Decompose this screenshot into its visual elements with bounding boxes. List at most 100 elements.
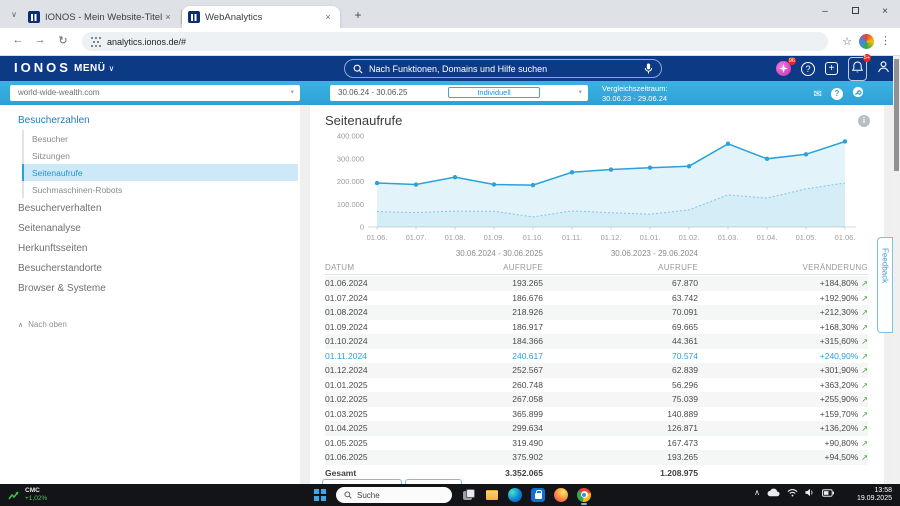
sidebar-item-seitenaufrufe[interactable]: Seitenaufrufe [22, 164, 298, 181]
sidebar-section-herkunftsseiten[interactable]: Herkunftsseiten [0, 238, 300, 258]
sidebar-section-seitenanalyse[interactable]: Seitenanalyse [0, 218, 300, 238]
date-range-select[interactable]: 30.06.24 - 30.06.25 Individuell ▾ [330, 85, 588, 101]
sidebar-section-besucherverhalten[interactable]: Besucherverhalten [0, 198, 300, 218]
firefox-icon[interactable] [554, 488, 568, 502]
svg-text:01.03.: 01.03. [718, 233, 739, 242]
table-row[interactable]: 01.02.2025267.05875.039+255,90%↗ [325, 392, 868, 407]
start-button[interactable] [314, 489, 326, 501]
svg-text:01.05.: 01.05. [796, 233, 817, 242]
ionos-logo[interactable]: IONOS [14, 60, 71, 75]
table-row[interactable]: 01.05.2025319.490167.473+90,80%↗ [325, 436, 868, 451]
data-point[interactable] [414, 182, 418, 186]
battery-icon[interactable] [822, 489, 834, 497]
sidebar-section-besucherstandorte[interactable]: Besucherstandorte [0, 258, 300, 278]
window-minimize-button[interactable]: – [810, 0, 840, 26]
onedrive-cloud-icon[interactable] [767, 488, 780, 497]
account-icon[interactable] [877, 60, 890, 78]
data-point[interactable] [648, 165, 652, 169]
sidebar-item-sitzungen[interactable]: Sitzungen [22, 147, 298, 164]
table-row[interactable]: 01.09.2024186.91769.665+168,30%↗ [325, 320, 868, 335]
address-bar[interactable]: analytics.ionos.de/# [82, 32, 828, 51]
mail-icon[interactable]: ✉ [814, 88, 822, 101]
sidebar-section-browser-systeme[interactable]: Browser & Systeme [0, 278, 300, 298]
site-info-icon[interactable] [91, 37, 101, 47]
bookmark-star-icon[interactable]: ☆ [842, 35, 852, 48]
back-to-top-link[interactable]: ∧Nach oben [0, 314, 300, 335]
microsoft-store-icon[interactable] [531, 488, 545, 502]
window-close-button[interactable]: × [870, 0, 900, 26]
sidebar-subnav: BesucherSitzungenSeitenaufrufeSuchmaschi… [22, 130, 298, 198]
header-search-input[interactable]: Nach Funktionen, Domains und Hilfe suche… [344, 59, 662, 78]
data-point[interactable] [726, 142, 730, 146]
browser-profile-avatar[interactable] [859, 34, 874, 49]
chevron-up-icon: ∧ [18, 322, 23, 329]
tray-chevron-icon[interactable]: ∧ [754, 488, 760, 497]
info-icon[interactable]: i [858, 115, 870, 127]
table-row[interactable]: 01.04.2025299.634126.871+136,20%↗ [325, 421, 868, 436]
reload-icon[interactable]: ↻ [55, 34, 71, 47]
browser-tab-active[interactable]: WebAnalytics × [182, 6, 340, 28]
ai-assistant-icon[interactable]: 96 [776, 61, 791, 76]
trend-up-icon: ↗ [861, 294, 868, 303]
trend-up-icon: ↗ [861, 381, 868, 390]
help-icon[interactable]: ? [831, 88, 843, 100]
table-row[interactable]: 01.12.2024252.56762.839+301,90%↗ [325, 363, 868, 378]
tab-close-icon[interactable]: × [162, 11, 174, 23]
data-point[interactable] [609, 167, 613, 171]
browser-menu-icon[interactable]: ⋮ [880, 34, 891, 47]
edge-browser-icon[interactable] [508, 488, 522, 502]
data-point[interactable] [765, 157, 769, 161]
help-chat-icon[interactable]: ? [801, 62, 815, 76]
table-row[interactable]: 01.06.2024193.26567.870+184,80%↗ [325, 276, 868, 291]
file-explorer-icon[interactable] [485, 488, 499, 502]
new-tab-button[interactable]: + [350, 8, 366, 24]
settings-wrench-icon[interactable] [852, 86, 864, 102]
window-maximize-button[interactable] [840, 0, 870, 26]
feedback-tab[interactable]: Feedback [877, 237, 893, 333]
url-text: analytics.ionos.de/# [107, 37, 186, 47]
speaker-icon[interactable] [805, 488, 815, 497]
data-point[interactable] [570, 170, 574, 174]
forward-icon[interactable]: → [32, 34, 48, 46]
table-row[interactable]: 01.07.2024186.67663.742+192,90%↗ [325, 291, 868, 306]
table-row[interactable]: 01.11.2024240.61770.574+240,90%↗ [325, 349, 868, 364]
sidebar-item-besucher[interactable]: Besucher [22, 130, 298, 147]
data-point[interactable] [843, 139, 847, 143]
stocks-widget[interactable]: CMC+1,02% [8, 487, 47, 503]
sidebar-item-suchmaschinen-robots[interactable]: Suchmaschinen-Robots [22, 181, 298, 198]
wifi-icon[interactable] [787, 488, 798, 497]
sidebar-section-besucherzahlen[interactable]: Besucherzahlen [0, 110, 300, 130]
data-point[interactable] [687, 164, 691, 168]
data-point[interactable] [375, 181, 379, 185]
tab-search-chevron-icon[interactable]: ∨ [8, 9, 20, 21]
table-row[interactable]: 01.03.2025365.899140.889+159,70%↗ [325, 407, 868, 422]
taskbar-search[interactable]: Suche [336, 487, 452, 503]
column-header-datum: DATUM [325, 261, 443, 274]
back-icon[interactable]: ← [10, 34, 26, 46]
chrome-icon[interactable] [577, 488, 591, 502]
pageviews-line-chart[interactable]: 0100.000200.000300.000400.00001.06.01.07… [318, 129, 870, 247]
task-view-icon[interactable] [462, 488, 476, 502]
tab-close-icon[interactable]: × [322, 11, 334, 23]
svg-text:01.02.: 01.02. [679, 233, 700, 242]
microphone-icon[interactable] [644, 63, 653, 74]
taskbar-clock[interactable]: 13:58 19.09.2025 [857, 487, 892, 504]
individuell-button[interactable]: Individuell [448, 87, 540, 98]
browser-tab-inactive[interactable]: IONOS - Mein Website-Titel × [22, 6, 180, 28]
menu-button[interactable]: MENÜ∨ [74, 63, 115, 74]
page-scrollbar[interactable] [893, 56, 900, 484]
notifications-button[interactable]: 5+ [848, 57, 867, 81]
data-point[interactable] [492, 182, 496, 186]
domain-select[interactable]: world-wide-wealth.com ▾ [10, 85, 300, 101]
ionos-favicon-icon [28, 11, 40, 23]
table-row[interactable]: 01.10.2024184.36644.361+315,60%↗ [325, 334, 868, 349]
svg-text:01.06.: 01.06. [835, 233, 856, 242]
table-row[interactable]: 01.08.2024218.92670.091+212,30%↗ [325, 305, 868, 320]
table-row[interactable]: 01.06.2025375.902193.265+94,50%↗ [325, 450, 868, 465]
table-row[interactable]: 01.01.2025260.74856.296+363,20%↗ [325, 378, 868, 393]
data-point[interactable] [531, 183, 535, 187]
add-icon[interactable]: + [825, 62, 838, 75]
scrollbar-thumb[interactable] [894, 59, 899, 171]
data-point[interactable] [804, 152, 808, 156]
data-point[interactable] [453, 175, 457, 179]
